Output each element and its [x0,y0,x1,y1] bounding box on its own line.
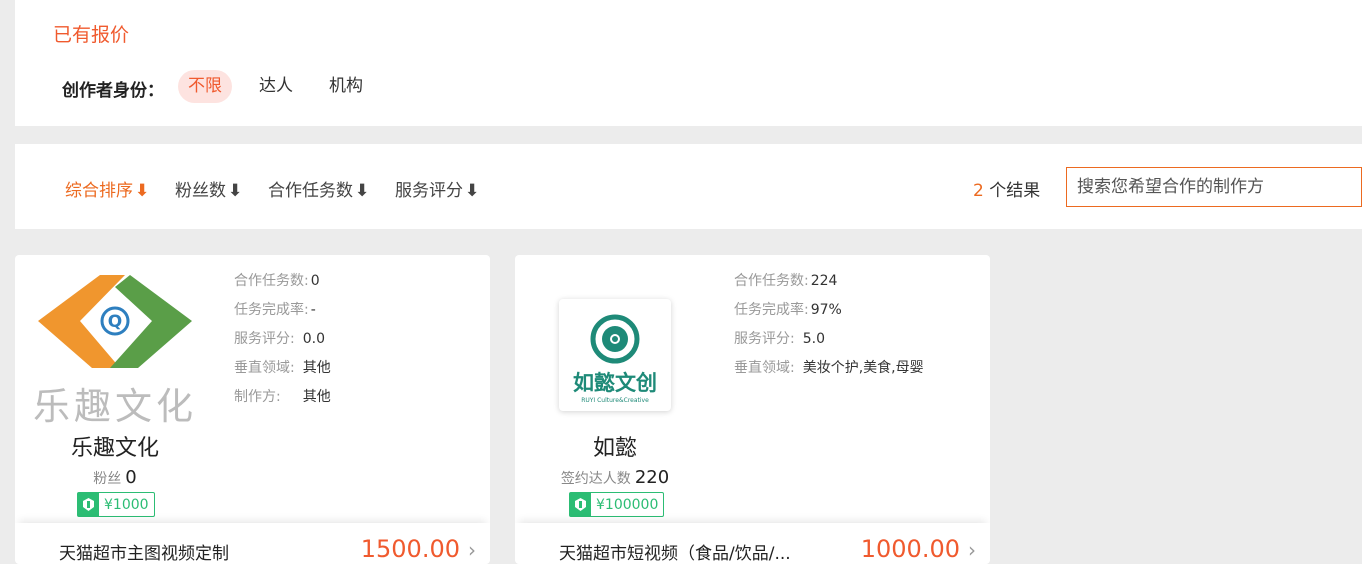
arrow-down-icon: ⬇ [228,181,243,201]
fans-label: 粉丝 [93,471,122,487]
info-tasks: 合作任务数: 0 [234,271,331,300]
info-domain: 垂直领域: 其他 [234,358,331,387]
sort-label: 粉丝数 [175,181,226,201]
filter-chip-talent[interactable]: 达人 [249,70,303,103]
info-value: 其他 [302,360,331,376]
producer-info: 合作任务数: 224 任务完成率: 97% 服务评分: 5.0 垂直领域: 美妆个护,美… [734,271,924,387]
arrow-down-icon: ⬇ [465,181,480,201]
sort-label: 综合排序 [65,181,133,201]
signed-talent-value: 220 [634,467,670,488]
producer-name[interactable]: 如懿 [515,430,715,462]
fans-value: 0 [125,467,137,488]
lequ-logo-graphic: Q 乐趣文化 [33,275,197,428]
ruyi-logo-box: 如懿文创 RUYI Culture&Creative [559,299,671,411]
producer-logo: 如懿文创 RUYI Culture&Creative [530,273,700,428]
info-completion: 任务完成率: 97% [734,300,924,329]
info-value: 其他 [302,389,331,405]
sort-comprehensive[interactable]: 综合排序 ⬇ [65,176,149,201]
logo-text: 乐趣文化 [33,385,197,428]
info-value: 0.0 [302,331,325,347]
chevron-right-icon: › [468,538,476,562]
producer-card[interactable]: 如懿文创 RUYI Culture&Creative 如懿 签约达人数 220 ¥… [515,255,990,564]
service-price: 1000.00 [860,535,960,563]
fans-stat: 粉丝 0 [15,467,215,488]
producer-info: 合作任务数: 0 任务完成率: - 服务评分: 0.0 垂直领域: 其他 制作方: 其他 [234,271,331,416]
producer-name[interactable]: 乐趣文化 [15,430,215,462]
price-tag-value: ¥1000 [104,496,149,513]
signed-talent-stat: 签约达人数 220 [515,467,715,488]
service-title: 天猫超市短视频（食品/饮品/... [559,544,791,564]
info-label: 任务完成率: [234,302,309,318]
info-label: 合作任务数: [234,273,309,289]
producer-card[interactable]: Q 乐趣文化 乐趣文化 粉丝 0 ¥1000 合作任务数: 0 任务完成率: - 服务… [15,255,490,564]
sort-bar: 综合排序 ⬇ 粉丝数 ⬇ 合作任务数 ⬇ 服务评分 ⬇ 2 个结果 [15,144,1362,229]
info-label: 服务评分: [734,331,795,347]
chevron-right-icon: › [968,538,976,562]
producer-logo: Q 乐趣文化 [30,273,200,428]
info-value: 美妆个护,美食,母婴 [802,360,924,376]
price-tag: ¥1000 [77,492,155,517]
info-label: 合作任务数: [734,273,809,289]
sort-label: 服务评分 [395,181,463,201]
quoted-panel: 已有报价 创作者身份： 不限 达人 机构 [15,0,1362,126]
arrow-down-icon: ⬇ [355,181,370,201]
info-label: 任务完成率: [734,302,809,318]
signed-talent-label: 签约达人数 [560,471,631,487]
badge-icon [570,493,591,516]
info-value: - [310,302,316,318]
sort-label: 合作任务数 [268,181,353,201]
result-count: 2 个结果 [973,176,1040,201]
svg-text:Q: Q [108,312,122,332]
filter-chip-unlimited[interactable]: 不限 [178,70,232,103]
info-value: 0 [310,273,320,289]
creator-identity-label: 创作者身份： [62,81,164,101]
info-label: 垂直领域: [734,360,795,376]
info-label: 垂直领域: [234,360,295,376]
filter-chip-agency[interactable]: 机构 [319,70,373,103]
logo-text: 如懿文创 [573,370,657,395]
producer-search-input[interactable] [1066,167,1362,207]
info-value: 5.0 [802,331,825,347]
service-row[interactable]: 天猫超市主图视频定制 1500.00 › [15,523,490,564]
logo-subtext: RUYI Culture&Creative [581,397,649,404]
info-value: 224 [810,273,838,289]
badge-icon [78,493,99,516]
sort-tasks[interactable]: 合作任务数 ⬇ [268,176,369,201]
price-tag: ¥100000 [569,492,665,517]
info-tasks: 合作任务数: 224 [734,271,924,300]
info-value: 97% [810,302,842,318]
service-price: 1500.00 [360,535,460,563]
ruyi-logo-graphic: 如懿文创 RUYI Culture&Creative [573,314,657,404]
info-label: 服务评分: [234,331,295,347]
sort-rating[interactable]: 服务评分 ⬇ [395,176,479,201]
arrow-down-icon: ⬇ [135,181,150,201]
quoted-title: 已有报价 [53,24,130,46]
sort-fans[interactable]: 粉丝数 ⬇ [175,176,242,201]
price-tag-value: ¥100000 [596,496,659,513]
service-title: 天猫超市主图视频定制 [59,544,229,564]
info-producer: 制作方: 其他 [234,387,331,416]
result-count-number: 2 [973,181,984,201]
info-completion: 任务完成率: - [234,300,331,329]
service-row[interactable]: 天猫超市短视频（食品/饮品/... 1000.00 › [515,523,990,564]
info-rating: 服务评分: 5.0 [734,329,924,358]
result-count-suffix: 个结果 [983,181,1041,201]
info-label: 制作方: [234,389,281,405]
info-domain: 垂直领域: 美妆个护,美食,母婴 [734,358,924,387]
info-rating: 服务评分: 0.0 [234,329,331,358]
